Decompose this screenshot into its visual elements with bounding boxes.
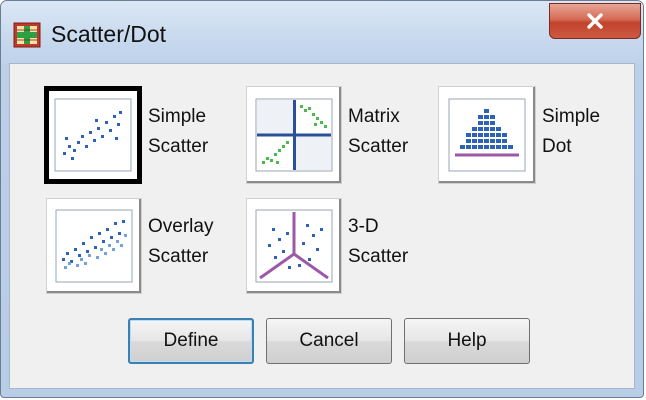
3d-scatter-label: 3-D Scatter xyxy=(348,212,408,272)
overlay-scatter-label-line1: Overlay xyxy=(148,216,214,237)
simple-dot-label-line2: Dot xyxy=(542,136,572,157)
cancel-button[interactable]: Cancel xyxy=(266,318,392,364)
matrix-scatter-label-line2: Scatter xyxy=(348,136,409,157)
simple-dot-button[interactable] xyxy=(438,86,536,184)
dialog-body: Simple Scatter Matrix Scatter Simple Dot… xyxy=(9,63,635,389)
define-button[interactable]: Define xyxy=(128,318,254,364)
matrix-scatter-icon xyxy=(255,98,333,172)
matrix-scatter-label: Matrix Scatter xyxy=(348,102,408,162)
scatter-dot-dialog: Scatter/Dot Simple Scatter Matrix Scatte… xyxy=(0,0,644,398)
overlay-scatter-label: Overlay Scatter xyxy=(148,212,213,272)
simple-scatter-button[interactable] xyxy=(44,86,142,184)
app-icon xyxy=(13,22,41,48)
simple-scatter-label-line2: Scatter xyxy=(148,136,209,157)
3d-scatter-button[interactable] xyxy=(246,198,342,294)
simple-scatter-icon xyxy=(54,98,132,172)
overlay-scatter-label-line2: Scatter xyxy=(148,246,209,267)
close-icon xyxy=(587,13,603,29)
3d-scatter-label-line1: 3-D xyxy=(348,216,379,237)
title-bar[interactable]: Scatter/Dot xyxy=(1,1,643,63)
3d-scatter-icon xyxy=(255,209,333,283)
simple-dot-icon xyxy=(448,98,526,172)
help-button[interactable]: Help xyxy=(404,318,530,364)
simple-scatter-label: Simple Scatter xyxy=(148,102,208,162)
close-button[interactable] xyxy=(549,3,641,39)
simple-scatter-label-line1: Simple xyxy=(148,106,207,127)
window-title: Scatter/Dot xyxy=(51,21,167,47)
3d-scatter-label-line2: Scatter xyxy=(348,246,409,267)
matrix-scatter-label-line1: Matrix xyxy=(348,106,400,127)
simple-dot-label-line1: Simple xyxy=(542,106,601,127)
overlay-scatter-icon xyxy=(55,209,133,283)
matrix-scatter-button[interactable] xyxy=(246,86,342,184)
simple-dot-label: Simple Dot xyxy=(542,102,600,162)
overlay-scatter-button[interactable] xyxy=(46,198,142,294)
